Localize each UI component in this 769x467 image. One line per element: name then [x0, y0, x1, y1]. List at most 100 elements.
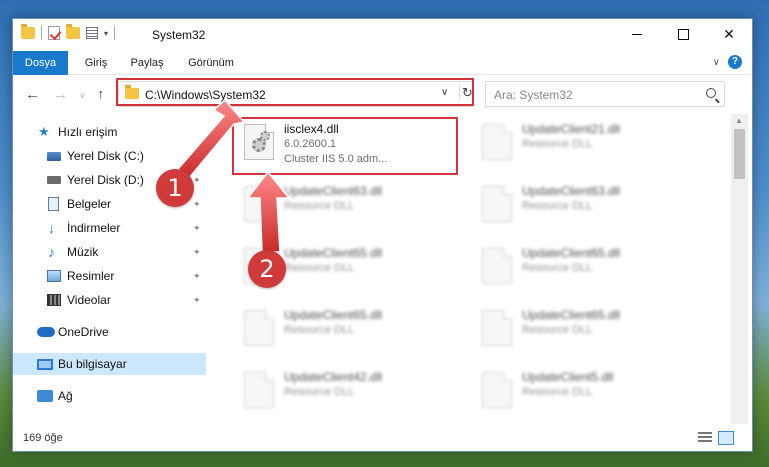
sidebar-item-pictures[interactable]: Resimler ✦ — [13, 265, 206, 287]
file-tile[interactable]: UpdateClient5.dll Resource DLL — [474, 364, 704, 416]
pin-icon[interactable]: ✦ — [193, 151, 201, 162]
onedrive-icon — [37, 327, 55, 337]
scrollbar-thumb[interactable] — [734, 129, 745, 179]
toolbar-separator — [114, 26, 116, 40]
sidebar-item-label: Yerel Disk (C:) — [67, 149, 144, 163]
recent-locations-chevron-icon[interactable]: ∨ — [79, 90, 86, 101]
pin-icon[interactable]: ✦ — [193, 295, 201, 306]
file-tile[interactable]: UpdateClient63.dll Resource DLL — [236, 178, 466, 230]
tab-home[interactable]: Giriş — [79, 51, 113, 75]
file-description: Resource DLL — [522, 386, 593, 398]
file-name: UpdateClient63.dll — [284, 184, 383, 198]
properties-icon[interactable] — [86, 27, 98, 39]
tiles-view-icon[interactable] — [718, 431, 734, 445]
ribbon-expand-chevron-icon[interactable]: ∨ — [713, 57, 720, 68]
sidebar-item-local-disk-c[interactable]: Yerel Disk (C:) ✦ — [13, 145, 206, 167]
file-tile[interactable]: UpdateClient21.dll Resource DLL — [474, 116, 704, 168]
address-dropdown-chevron-icon[interactable]: ∨ — [441, 87, 448, 98]
help-icon[interactable]: ? — [728, 55, 742, 69]
customize-toolbar-chevron-icon[interactable]: ▾ — [104, 29, 108, 38]
dll-file-icon — [244, 186, 274, 222]
tab-share[interactable]: Paylaş — [126, 51, 168, 75]
folder-icon — [21, 24, 35, 39]
maximize-button[interactable] — [660, 19, 706, 49]
pin-icon[interactable]: ✦ — [193, 175, 201, 186]
properties-check-icon[interactable] — [48, 26, 60, 40]
file-name: UpdateClient5.dll — [522, 370, 614, 384]
back-arrow-icon[interactable]: ← — [25, 86, 40, 103]
this-pc-icon — [37, 358, 53, 370]
new-folder-icon[interactable] — [66, 24, 80, 39]
star-icon: ★ — [38, 124, 50, 139]
sidebar-item-label: OneDrive — [58, 325, 109, 339]
file-name: UpdateClient63.dll — [522, 184, 621, 198]
sidebar-item-downloads[interactable]: ↓ İndirmeler ✦ — [13, 217, 206, 239]
pin-icon[interactable]: ✦ — [193, 271, 201, 282]
forward-arrow-icon[interactable]: → — [53, 86, 68, 103]
dll-file-icon — [482, 186, 512, 222]
file-tile[interactable]: UpdateClient65.dll Resource DLL — [474, 240, 704, 292]
file-version: 6.0.2600.1 — [284, 138, 336, 150]
sidebar-item-music[interactable]: ♪ Müzik ✦ — [13, 241, 206, 263]
file-tile-iisclex4[interactable]: iisclex4.dll 6.0.2600.1 Cluster IIS 5.0 … — [236, 116, 466, 168]
sidebar-item-label: İndirmeler — [67, 221, 121, 235]
pin-icon[interactable]: ✦ — [193, 223, 201, 234]
file-tile[interactable]: UpdateClient63.dll Resource DLL — [474, 178, 704, 230]
sidebar-item-this-pc[interactable]: Bu bilgisayar — [13, 353, 206, 375]
file-tile[interactable]: UpdateClient65.dll Resource DLL — [236, 302, 466, 354]
music-icon: ♪ — [48, 244, 55, 260]
file-description: Resource DLL — [522, 324, 593, 336]
sidebar-item-videos[interactable]: Videolar ✦ — [13, 289, 206, 311]
file-name: UpdateClient65.dll — [522, 246, 621, 260]
file-name: UpdateClient65.dll — [284, 308, 383, 322]
file-name: UpdateClient21.dll — [522, 122, 621, 136]
sidebar-item-label: Bu bilgisayar — [58, 357, 127, 371]
up-arrow-icon[interactable]: ↑ — [97, 86, 105, 103]
close-button[interactable]: ✕ — [706, 19, 752, 49]
tab-file[interactable]: Dosya — [13, 51, 68, 75]
disk-icon — [47, 151, 61, 161]
file-description: Resource DLL — [284, 262, 355, 274]
search-input[interactable]: Ara: System32 — [485, 81, 725, 107]
file-tile[interactable]: UpdateClient65.dll Resource DLL — [474, 302, 704, 354]
file-description: Cluster IIS 5.0 adm... — [284, 153, 388, 165]
refresh-icon[interactable]: ↻ — [459, 85, 473, 101]
address-path[interactable]: C:\Windows\System32 — [145, 88, 266, 102]
item-count: 169 öğe — [23, 432, 63, 444]
file-name: iisclex4.dll — [284, 122, 339, 136]
search-icon[interactable] — [706, 88, 716, 98]
address-bar[interactable]: C:\Windows\System32 ∨ ↻ — [118, 81, 473, 107]
minimize-button[interactable] — [614, 19, 660, 49]
navigation-bar: ← → ∨ ↑ C:\Windows\System32 ∨ ↻ Ara: Sys… — [13, 76, 752, 114]
sidebar-item-network[interactable]: Ağ — [13, 385, 206, 407]
details-view-icon[interactable] — [698, 432, 712, 444]
tab-view[interactable]: Görünüm — [183, 51, 239, 75]
scroll-up-icon[interactable]: ▲ — [735, 116, 743, 125]
gear-icon — [260, 131, 270, 141]
pin-icon[interactable]: ✦ — [193, 199, 201, 210]
pin-icon[interactable]: ✦ — [193, 247, 201, 258]
dll-file-icon — [244, 310, 274, 346]
file-tile[interactable]: UpdateClient42.dll Resource DLL — [236, 364, 466, 416]
callout-badge-1: 1 — [156, 169, 194, 207]
sidebar-item-label: Videolar — [67, 293, 111, 307]
sidebar-item-label: Ağ — [58, 389, 73, 403]
toolbar-separator — [41, 26, 42, 40]
vertical-scrollbar[interactable]: ▲ — [731, 114, 748, 424]
ribbon-tabs: Dosya Giriş Paylaş Görünüm ∨ ? — [13, 51, 752, 75]
status-bar: 169 öğe — [13, 424, 752, 451]
file-name: UpdateClient42.dll — [284, 370, 383, 384]
sidebar-item-label: Müzik — [67, 245, 99, 259]
sidebar-item-onedrive[interactable]: OneDrive — [13, 321, 206, 343]
window-title: System32 — [152, 28, 206, 42]
callout-badge-2: 2 — [248, 250, 286, 288]
sidebar-item-quick-access[interactable]: ★ Hızlı erişim — [13, 121, 206, 143]
file-description: Resource DLL — [284, 386, 355, 398]
sidebar-item-label: Resimler — [67, 269, 115, 283]
quick-access-toolbar: ▾ — [21, 24, 116, 40]
file-description: Resource DLL — [522, 138, 593, 150]
file-name: UpdateClient65.dll — [284, 246, 383, 260]
downloads-icon: ↓ — [48, 220, 55, 236]
videos-icon — [47, 294, 61, 306]
disk-icon — [47, 176, 61, 184]
